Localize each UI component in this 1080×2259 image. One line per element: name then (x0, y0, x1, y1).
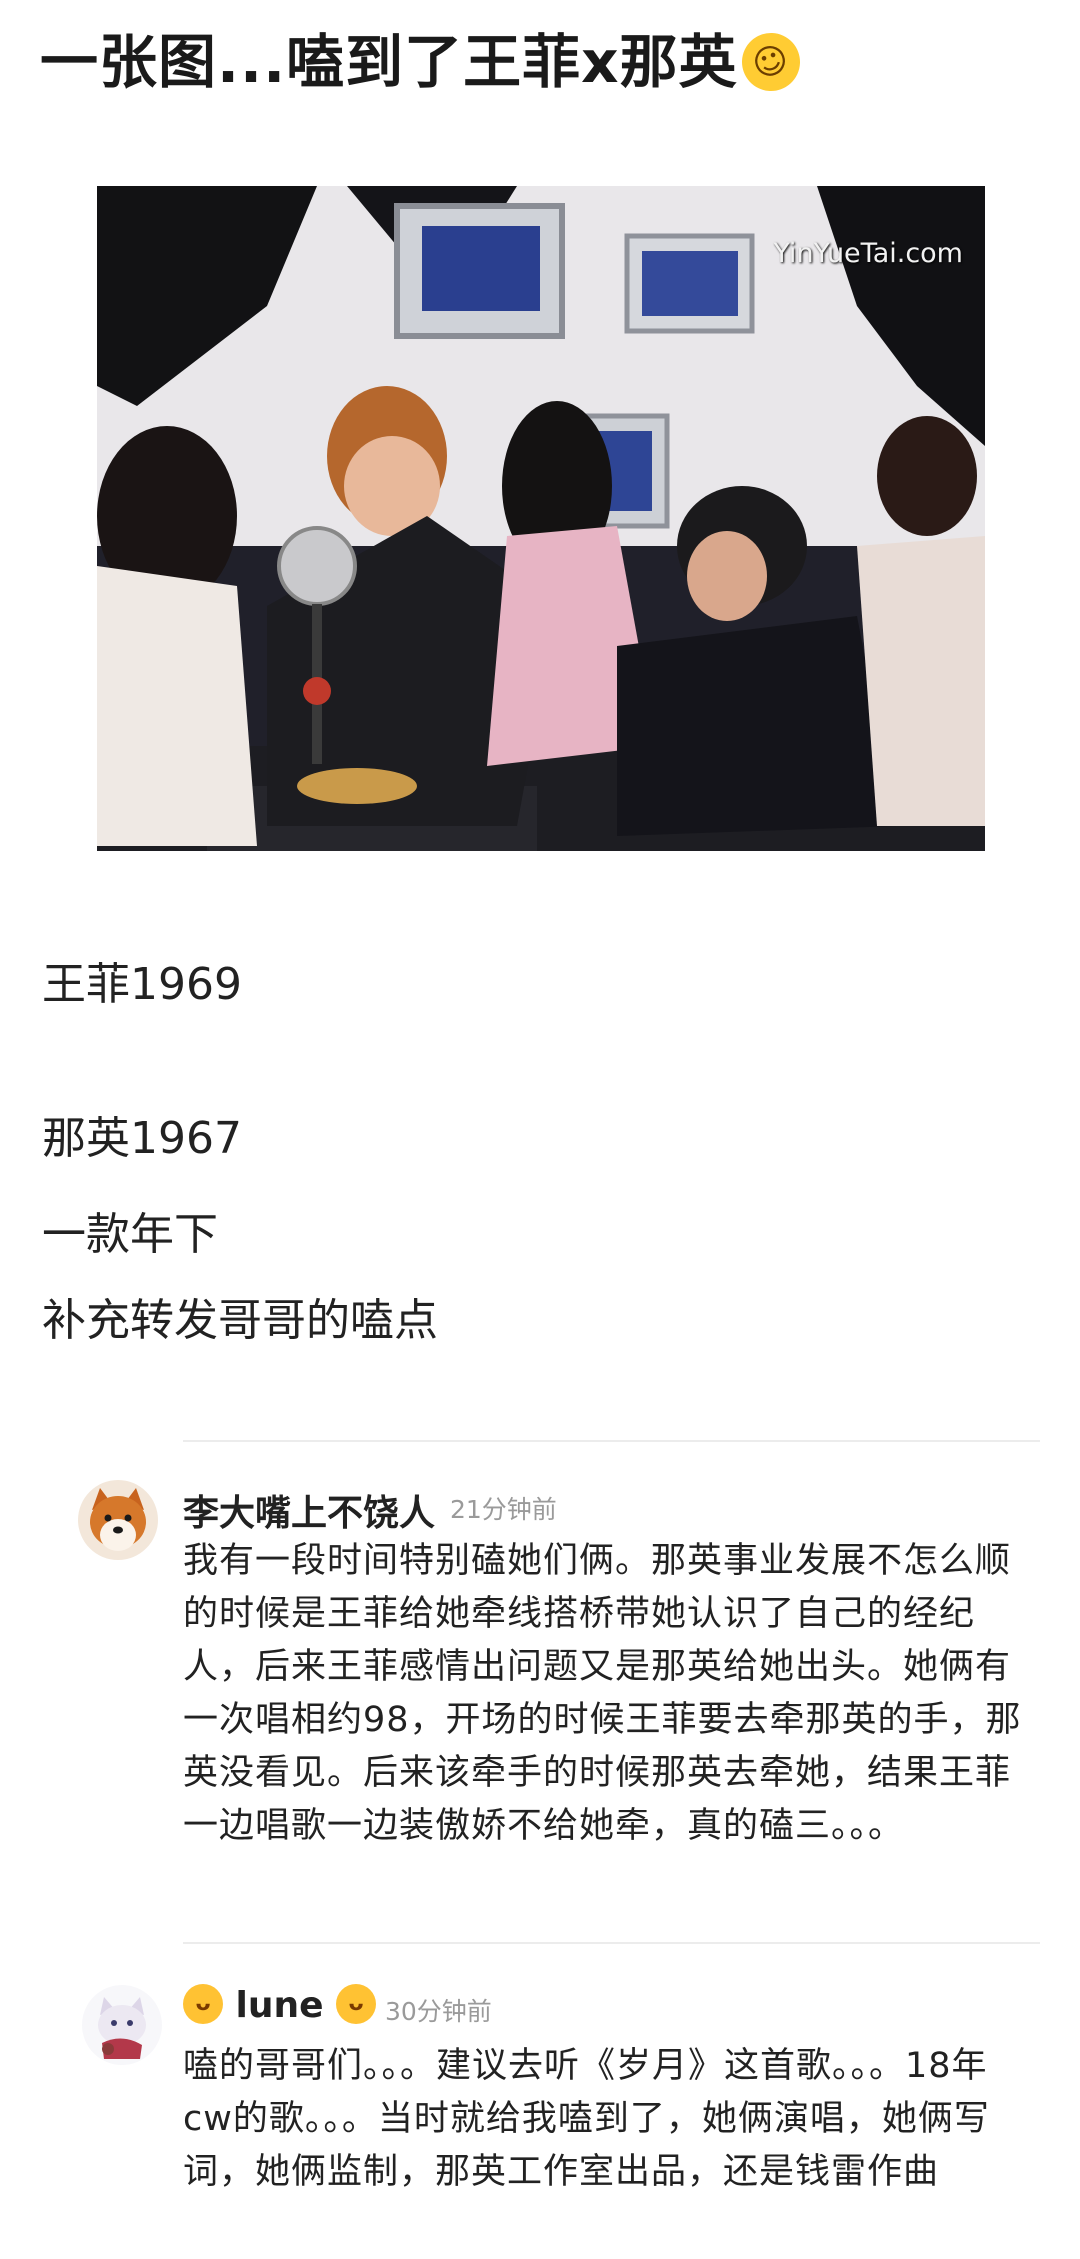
comment-text: 嗑的哥哥们。。。建议去听《岁月》这首歌。。。18年cw的歌。。。当时就给我嗑到了… (183, 2046, 990, 2192)
comment-divider (183, 1440, 1040, 1442)
comment-text: 我有一段时间特别磕她们俩。那英事业发展不怎么顺的时候是王菲给她牵线搭桥带她认识了… (183, 1541, 1022, 1846)
comment-divider (183, 1942, 1040, 1944)
comment-time: 21分钟前 (450, 1495, 557, 1524)
comment-time: 30分钟前 (385, 1997, 492, 2026)
photo-watermark: YinYueTai.com (773, 238, 963, 269)
post-title: 一张图...嗑到了王菲x那英 ☺ (40, 22, 808, 102)
post-photo[interactable]: YinYueTai.com (97, 186, 985, 851)
yawning-face-emoji-icon: ᴗ (336, 1984, 377, 2024)
shiba-dog-avatar[interactable] (78, 1480, 158, 1560)
comment-username: lune (235, 1985, 324, 2026)
rolling-laughing-emoji-icon: ☺ (733, 24, 808, 100)
post-line: 王菲1969 (42, 959, 242, 1010)
post-line: 一款年下 (42, 1209, 218, 1260)
post-title-text: 一张图...嗑到了王菲x那英 (40, 28, 738, 96)
yawning-face-emoji-icon: ᴗ (183, 1984, 223, 2024)
photo-illustration (97, 186, 985, 851)
comment-username-row[interactable]: ᴗ lune ᴗ (183, 1984, 377, 2027)
post-line: 那英1967 (42, 1113, 242, 1164)
comment-username[interactable]: 李大嘴上不饶人 (183, 1484, 435, 1536)
cartoon-cat-avatar[interactable] (82, 1985, 162, 2065)
post-line: 补充转发哥哥的嗑点 (42, 1295, 438, 1346)
